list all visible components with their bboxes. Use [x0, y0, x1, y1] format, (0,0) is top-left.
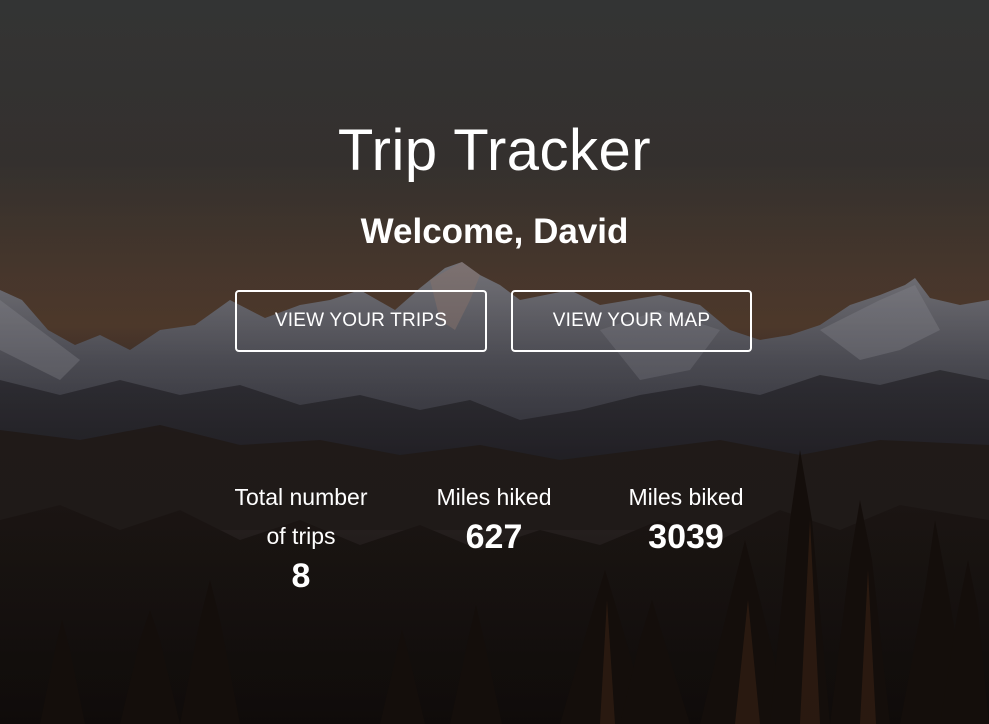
stat-value: 3039 [648, 518, 724, 556]
stat-miles-hiked: Miles hiked 627 [419, 478, 569, 557]
stat-label: Total number of trips [234, 484, 368, 549]
view-map-button[interactable]: VIEW YOUR MAP [511, 290, 752, 352]
stat-value: 627 [465, 518, 523, 556]
stat-label: Miles hiked [436, 484, 552, 510]
view-trips-button[interactable]: VIEW YOUR TRIPS [235, 290, 487, 352]
app-title: Trip Tracker [337, 118, 652, 183]
stat-miles-biked: Miles biked 3039 [606, 478, 766, 557]
welcome-message: Welcome, David [360, 212, 629, 251]
hero-content: Trip Tracker Welcome, David VIEW YOUR TR… [0, 0, 989, 724]
hero-section: Trip Tracker Welcome, David VIEW YOUR TR… [0, 0, 989, 724]
stat-total-trips: Total number of trips 8 [216, 478, 386, 596]
stat-value: 8 [291, 557, 311, 595]
stat-label: Miles biked [628, 484, 744, 510]
